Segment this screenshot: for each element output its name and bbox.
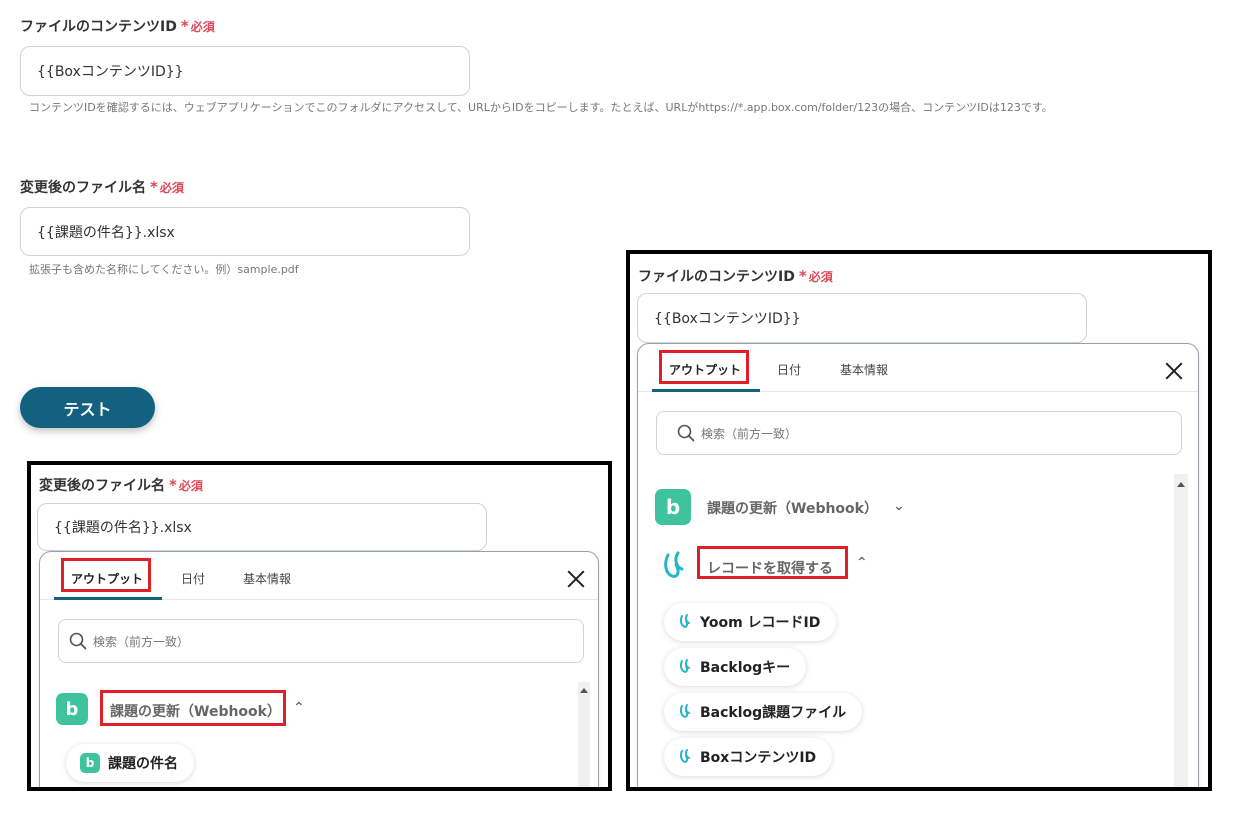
- filename-help-text: 拡張子も含めた名称にしてください。例）sample.pdf: [29, 263, 299, 276]
- tab-date[interactable]: 日付: [777, 361, 801, 378]
- left-scrollbar[interactable]: [578, 682, 590, 787]
- required-text: 必須: [190, 20, 215, 34]
- scroll-up-arrow[interactable]: [580, 688, 588, 693]
- content-id-help-text: コンテンツIDを確認するには、ウェブアプリケーションでこのフォルダにアクセスして…: [29, 101, 1053, 114]
- scroll-up-arrow[interactable]: [1177, 482, 1185, 487]
- left-filename-input[interactable]: {{課題の件名}}.xlsx: [37, 503, 487, 551]
- required-text: 必須: [159, 181, 184, 195]
- content-id-label-text: ファイルのコンテンツID: [20, 19, 177, 35]
- output-chip[interactable]: Backlog課題ファイル: [664, 693, 863, 731]
- tab-date[interactable]: 日付: [181, 570, 205, 587]
- output-chip[interactable]: BoxコンテンツID: [664, 738, 833, 776]
- required-badge: * 必須: [798, 267, 833, 285]
- backlog-icon: b: [655, 489, 691, 525]
- chip-label: Backlog課題ファイル: [700, 705, 847, 721]
- required-badge: * 必須: [180, 17, 215, 35]
- chevron-up-icon[interactable]: ⌃: [293, 700, 305, 716]
- right-content-id-input[interactable]: {{BoxコンテンツID}}: [637, 293, 1087, 343]
- right-content-id-label-text: ファイルのコンテンツID: [638, 269, 795, 285]
- left-filename-input-value: {{課題の件名}}.xlsx: [54, 520, 192, 536]
- left-tab-bar: アウトプット 日付 基本情報: [40, 552, 598, 600]
- content-id-input[interactable]: {{BoxコンテンツID}}: [20, 46, 470, 96]
- right-tab-bar: アウトプット 日付 基本情報: [638, 344, 1198, 392]
- left-search-input[interactable]: 検索（前方一致）: [58, 619, 584, 663]
- yoom-icon: [679, 659, 690, 673]
- right-scrollbar[interactable]: [1174, 474, 1188, 787]
- required-text: 必須: [808, 270, 833, 284]
- backlog-icon: b: [56, 693, 88, 725]
- filename-input-value: {{課題の件名}}.xlsx: [37, 224, 175, 241]
- chip-label: Yoom レコードID: [700, 615, 821, 631]
- required-text: 必須: [178, 479, 203, 493]
- highlight-box: [100, 690, 286, 726]
- test-button[interactable]: テスト: [20, 387, 155, 428]
- close-icon[interactable]: [1164, 361, 1184, 381]
- active-tab-underline: [54, 597, 162, 600]
- right-section1-title[interactable]: 課題の更新（Webhook）: [707, 498, 878, 518]
- left-filename-label-text: 変更後のファイル名: [39, 478, 165, 494]
- highlight-box: [61, 558, 151, 592]
- right-callout-frame: ファイルのコンテンツID * 必須 {{BoxコンテンツID}} アウトプット 日付…: [626, 250, 1212, 791]
- left-callout-frame: 変更後のファイル名 * 必須 {{課題の件名}}.xlsx アウトプット 日付 基本…: [27, 461, 612, 791]
- filename-label-text: 変更後のファイル名: [20, 180, 146, 196]
- yoom-icon: [679, 614, 690, 628]
- left-variable-dropdown: アウトプット 日付 基本情報 検索（前方一致） b 課題の更新（Webhook）…: [39, 551, 599, 787]
- highlight-box: [659, 350, 749, 384]
- chevron-down-icon[interactable]: ⌃: [893, 496, 905, 512]
- yoom-icon: [679, 749, 690, 763]
- required-badge: * 必須: [169, 476, 203, 494]
- chip-label: BoxコンテンツID: [700, 750, 817, 766]
- highlight-box: [697, 546, 848, 579]
- chip-label: Backlogキー: [700, 660, 791, 676]
- content-id-label: ファイルのコンテンツID * 必須: [20, 16, 215, 36]
- yoom-icon: [664, 551, 684, 578]
- output-chip[interactable]: Yoom レコードID: [664, 603, 837, 641]
- search-placeholder: 検索（前方一致）: [701, 426, 798, 441]
- close-icon[interactable]: [566, 569, 586, 589]
- right-content-id-label: ファイルのコンテンツID * 必須: [638, 266, 833, 286]
- backlog-icon: b: [80, 753, 100, 773]
- active-tab-underline: [652, 389, 760, 392]
- search-icon: [69, 632, 87, 650]
- right-search-input[interactable]: 検索（前方一致）: [656, 411, 1182, 455]
- output-chip[interactable]: Backlogキー: [664, 648, 807, 686]
- search-placeholder: 検索（前方一致）: [93, 634, 190, 649]
- tab-basic-info[interactable]: 基本情報: [243, 570, 291, 587]
- right-variable-dropdown: アウトプット 日付 基本情報 検索（前方一致） b 課題の更新（Webhook）…: [637, 343, 1199, 787]
- filename-input[interactable]: {{課題の件名}}.xlsx: [20, 207, 470, 256]
- left-filename-label: 変更後のファイル名 * 必須: [39, 475, 203, 495]
- filename-label: 変更後のファイル名 * 必須: [20, 177, 184, 197]
- tab-basic-info[interactable]: 基本情報: [840, 361, 888, 378]
- chevron-up-icon[interactable]: ⌃: [856, 555, 868, 571]
- required-badge: * 必須: [150, 178, 184, 196]
- output-chip[interactable]: b 課題の件名: [66, 744, 194, 782]
- yoom-icon: [679, 704, 690, 718]
- content-id-input-value: {{BoxコンテンツID}}: [37, 64, 184, 80]
- right-content-id-input-value: {{BoxコンテンツID}}: [654, 311, 801, 327]
- search-icon: [677, 424, 695, 442]
- chip-label: 課題の件名: [108, 756, 178, 772]
